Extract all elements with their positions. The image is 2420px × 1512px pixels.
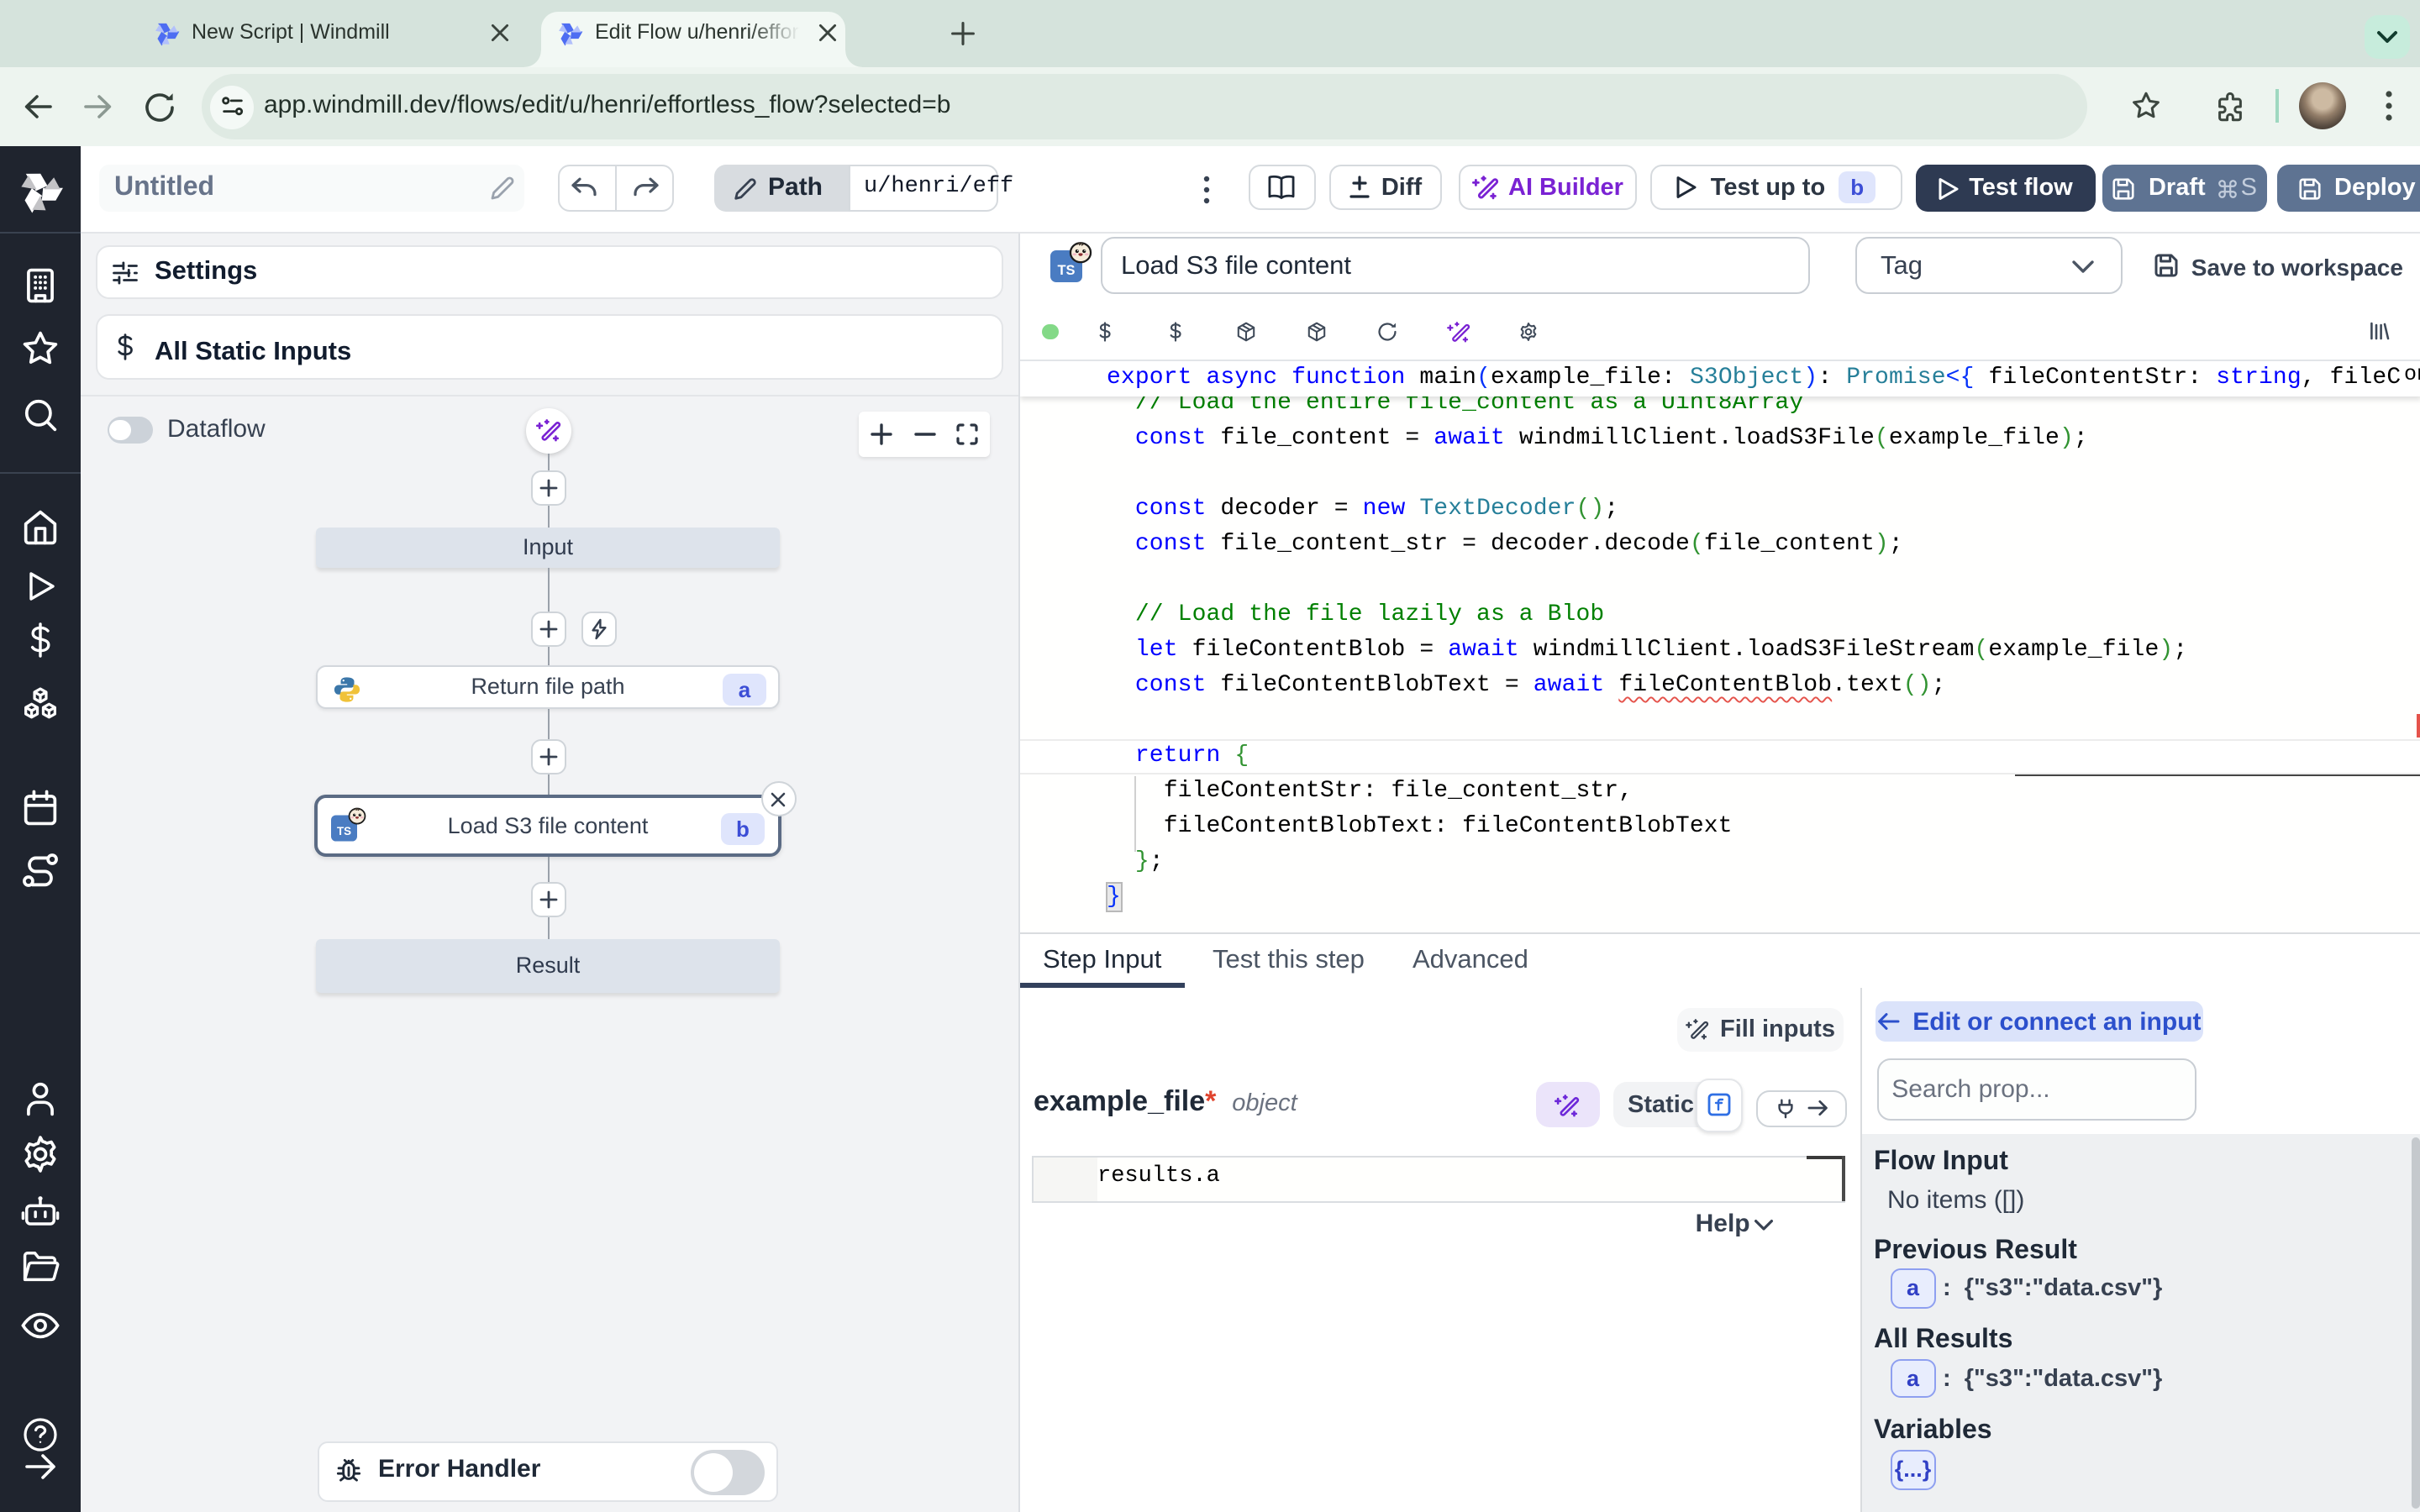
svg-text:TS: TS <box>1058 263 1076 278</box>
svg-text:TS: TS <box>337 824 351 837</box>
